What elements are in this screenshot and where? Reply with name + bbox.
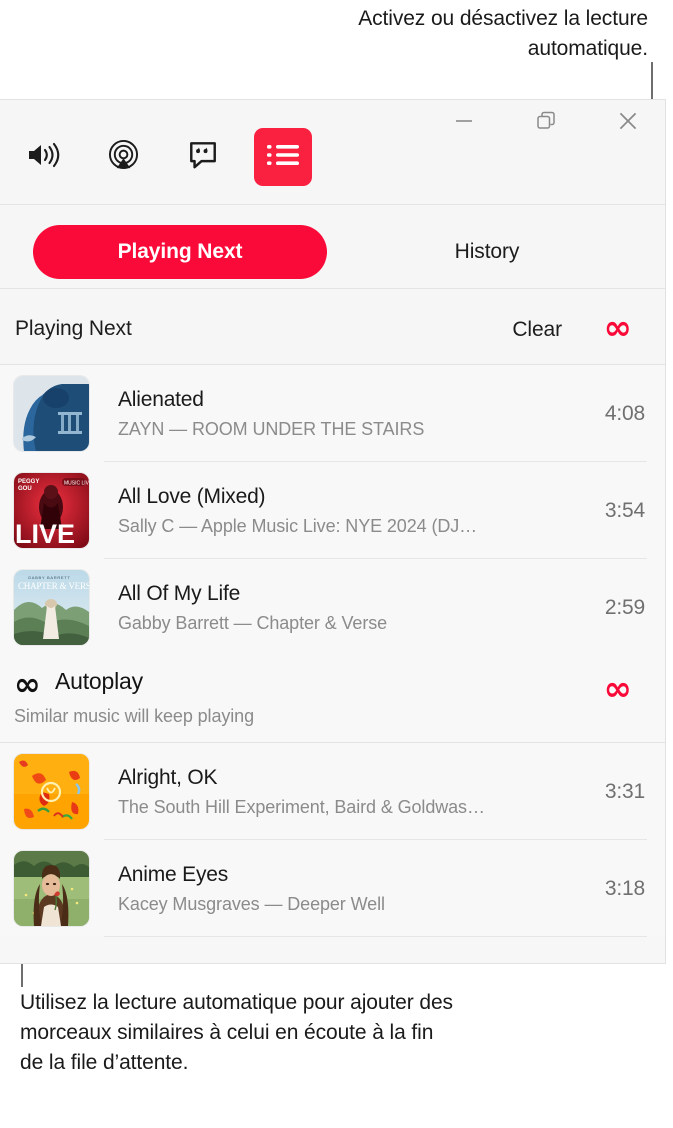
callout-bottom-text: Utilisez la lecture automatique pour ajo… <box>20 991 453 1074</box>
track-meta: Alright, OK The South Hill Experiment, B… <box>89 766 557 818</box>
track-title: Anime Eyes <box>118 862 229 886</box>
volume-icon <box>26 141 60 174</box>
alright-ok-artwork <box>14 754 89 829</box>
toolbar <box>0 100 665 205</box>
all-love-artwork: PEGGY GOU MUSIC LIVE LIVE <box>14 473 89 548</box>
row-divider <box>104 936 647 937</box>
lyrics-icon <box>188 140 218 175</box>
queue-track-list: Alienated ZAYN — ROOM UNDER THE STAIRS 4… <box>0 365 665 656</box>
svg-text:GABBY BARRETT: GABBY BARRETT <box>28 575 71 580</box>
autoplay-title: Autoplay <box>55 668 143 694</box>
autoplay-section-header: ∞ Autoplay Similar music will keep playi… <box>0 656 665 743</box>
track-row[interactable]: GABBY BARRETT CHAPTER & VERSE All Of My … <box>0 559 665 656</box>
track-meta: Alienated ZAYN — ROOM UNDER THE STAIRS <box>89 388 557 440</box>
svg-text:LIVE: LIVE <box>15 519 75 548</box>
window-controls <box>449 108 643 138</box>
track-row[interactable]: Alright, OK The South Hill Experiment, B… <box>0 743 665 840</box>
toolbar-icon-group <box>14 128 312 186</box>
track-title: Alienated <box>118 387 204 411</box>
restore-icon <box>534 109 558 138</box>
section-header: Playing Next Clear ∞ <box>0 289 665 365</box>
track-duration: 3:31 <box>604 779 645 803</box>
queue-button[interactable] <box>254 128 312 186</box>
autoplay-subtitle: Similar music will keep playing <box>14 706 254 726</box>
music-queue-window: Playing Next History Playing Next Clear … <box>0 99 666 964</box>
track-subtitle: ZAYN — ROOM UNDER THE STAIRS <box>118 418 425 439</box>
anime-eyes-artwork <box>14 851 89 926</box>
tab-playing-next[interactable]: Playing Next <box>33 225 327 279</box>
lyrics-button[interactable] <box>174 128 232 186</box>
track-meta: Anime Eyes Kacey Musgraves — Deeper Well <box>89 863 557 915</box>
volume-button[interactable] <box>14 128 72 186</box>
track-subtitle: Sally C — Apple Music Live: NYE 2024 (DJ… <box>118 515 478 536</box>
track-meta: All Love (Mixed) Sally C — Apple Music L… <box>89 485 557 537</box>
alienated-artwork <box>14 376 89 451</box>
autoplay-track-list: Alright, OK The South Hill Experiment, B… <box>0 743 665 937</box>
svg-text:MUSIC LIVE: MUSIC LIVE <box>64 481 89 487</box>
track-subtitle: The South Hill Experiment, Baird & Goldw… <box>118 796 485 817</box>
track-duration: 3:54 <box>604 498 645 522</box>
airplay-icon <box>108 139 139 175</box>
tab-bar: Playing Next History <box>0 205 665 289</box>
track-duration: 2:59 <box>604 595 645 619</box>
track-row[interactable]: PEGGY GOU MUSIC LIVE LIVE All Love (Mixe… <box>0 462 665 559</box>
track-row[interactable]: Anime Eyes Kacey Musgraves — Deeper Well… <box>0 840 665 937</box>
autoplay-infinity-icon: ∞ <box>14 665 41 703</box>
track-duration: 3:18 <box>604 876 645 900</box>
track-subtitle: Kacey Musgraves — Deeper Well <box>118 893 385 914</box>
close-button[interactable] <box>613 108 643 138</box>
autoplay-toggle-button[interactable]: ∞ <box>604 672 632 706</box>
section-title: Playing Next <box>15 317 132 340</box>
airplay-button[interactable] <box>94 128 152 186</box>
all-of-my-life-artwork: GABBY BARRETT CHAPTER & VERSE <box>14 570 89 645</box>
svg-text:PEGGY: PEGGY <box>18 479 39 485</box>
restore-button[interactable] <box>531 108 561 138</box>
track-duration: 4:08 <box>604 401 645 425</box>
track-title: All Love (Mixed) <box>118 484 266 508</box>
autoplay-toggle-icon[interactable]: ∞ <box>604 311 632 345</box>
tab-history[interactable]: History <box>340 225 634 279</box>
close-icon <box>615 108 641 139</box>
minimize-icon <box>452 109 476 138</box>
queue-list-icon <box>267 143 299 172</box>
svg-text:CHAPTER & VERSE: CHAPTER & VERSE <box>18 581 89 591</box>
track-row[interactable]: Alienated ZAYN — ROOM UNDER THE STAIRS 4… <box>0 365 665 462</box>
clear-queue-button[interactable]: Clear <box>512 318 562 342</box>
minimize-button[interactable] <box>449 108 479 138</box>
track-title: All Of My Life <box>118 581 241 605</box>
track-title: Alright, OK <box>118 765 218 789</box>
track-meta: All Of My Life Gabby Barrett — Chapter &… <box>89 582 557 634</box>
callout-top-text: Activez ou désactivez la lecture automat… <box>358 7 648 60</box>
track-subtitle: Gabby Barrett — Chapter & Verse <box>118 612 388 633</box>
svg-text:GOU: GOU <box>18 486 32 492</box>
